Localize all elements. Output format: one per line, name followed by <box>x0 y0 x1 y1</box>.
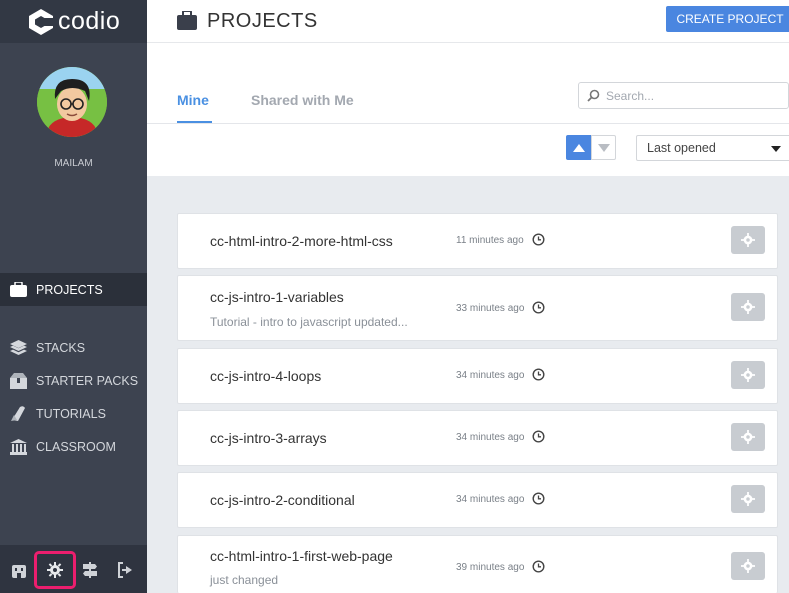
project-name[interactable]: cc-js-intro-4-loops <box>210 368 321 384</box>
logout-button[interactable] <box>110 555 140 585</box>
gear-icon <box>741 430 755 444</box>
gear-icon <box>741 492 755 506</box>
sidebar: codio MAILAM PROJECTS STACKS STARTER PAC… <box>0 0 147 593</box>
project-card[interactable]: cc-js-intro-1-variables Tutorial - intro… <box>177 275 778 341</box>
project-time: 34 minutes ago <box>456 432 525 443</box>
layers-icon <box>8 338 28 358</box>
clock-icon <box>532 492 545 505</box>
triangle-up-icon <box>572 143 585 152</box>
project-time: 34 minutes ago <box>456 370 525 381</box>
nav-item-stacks[interactable]: STACKS <box>0 331 147 364</box>
create-project-button[interactable]: CREATE PROJECT <box>666 6 789 32</box>
project-settings-button[interactable] <box>731 485 765 513</box>
project-settings-button[interactable] <box>731 361 765 389</box>
nav-label: STACKS <box>36 340 86 355</box>
sort-descending-button[interactable] <box>591 135 616 160</box>
search-input[interactable] <box>606 88 786 103</box>
project-name[interactable]: cc-html-intro-1-first-web-page <box>210 548 393 564</box>
project-card[interactable]: cc-html-intro-1-first-web-page just chan… <box>177 535 778 593</box>
nav-item-classroom[interactable]: CLASSROOM <box>0 430 147 463</box>
dashboard-icon <box>12 564 26 578</box>
tab-shared-with-me[interactable]: Shared with Me <box>251 92 354 108</box>
project-settings-button[interactable] <box>731 552 765 580</box>
signpost-icon <box>83 562 97 578</box>
project-card[interactable]: cc-js-intro-4-loops 34 minutes ago <box>177 348 778 404</box>
briefcase-icon <box>177 11 197 30</box>
project-settings-button[interactable] <box>731 423 765 451</box>
sidebar-bottom-bar <box>0 545 147 593</box>
project-settings-button[interactable] <box>731 293 765 321</box>
brand-logo[interactable]: codio <box>0 0 147 43</box>
brand-name: codio <box>58 7 121 35</box>
project-name[interactable]: cc-html-intro-2-more-html-css <box>210 233 393 249</box>
project-time: 34 minutes ago <box>456 494 525 505</box>
project-card[interactable]: cc-js-intro-2-conditional 34 minutes ago <box>177 472 778 528</box>
gear-icon <box>741 559 755 573</box>
tab-mine[interactable]: Mine <box>177 92 209 108</box>
project-card[interactable]: cc-js-intro-3-arrays 34 minutes ago <box>177 410 778 466</box>
gear-icon <box>741 300 755 314</box>
project-name[interactable]: cc-js-intro-2-conditional <box>210 492 355 508</box>
codio-logo-icon <box>29 8 54 35</box>
project-settings-button[interactable] <box>731 226 765 254</box>
nav-item-starter-packs[interactable]: STARTER PACKS <box>0 364 147 397</box>
clock-icon <box>532 368 545 381</box>
clock-icon <box>532 430 545 443</box>
caret-down-icon <box>771 146 781 152</box>
search-box[interactable] <box>578 82 789 109</box>
triangle-down-icon <box>597 143 610 152</box>
dashboard-button[interactable] <box>4 555 34 585</box>
nav-item-projects[interactable]: PROJECTS <box>0 273 147 306</box>
settings-button[interactable] <box>34 551 76 589</box>
project-name[interactable]: cc-js-intro-1-variables <box>210 289 344 305</box>
nav-label: CLASSROOM <box>36 439 116 454</box>
clock-icon <box>532 560 545 573</box>
project-time: 39 minutes ago <box>456 562 525 573</box>
clock-icon <box>532 233 545 246</box>
top-header: PROJECTS CREATE PROJECT <box>147 0 789 43</box>
project-description: Tutorial - intro to javascript updated..… <box>210 315 408 329</box>
building-icon <box>8 437 28 457</box>
project-description: just changed <box>210 573 279 587</box>
divider <box>147 123 789 124</box>
nav-item-tutorials[interactable]: TUTORIALS <box>0 397 147 430</box>
search-icon <box>587 89 600 102</box>
project-card[interactable]: cc-html-intro-2-more-html-css 11 minutes… <box>177 213 778 269</box>
sort-selected-value: Last opened <box>647 141 716 155</box>
gear-icon <box>741 368 755 382</box>
project-name[interactable]: cc-js-intro-3-arrays <box>210 430 327 446</box>
signpost-button[interactable] <box>75 555 105 585</box>
sort-ascending-button[interactable] <box>566 135 591 160</box>
projects-toolbar: Mine Shared with Me Last opened <box>147 43 789 176</box>
username: MAILAM <box>54 158 93 169</box>
avatar-image <box>37 67 107 137</box>
gear-icon <box>741 233 755 247</box>
gear-icon <box>47 562 63 578</box>
nav-label: TUTORIALS <box>36 406 106 421</box>
page-title: PROJECTS <box>207 10 318 32</box>
sort-select[interactable]: Last opened <box>636 135 789 161</box>
clock-icon <box>532 301 545 314</box>
logout-icon <box>118 562 132 578</box>
nav-label: STARTER PACKS <box>36 373 139 388</box>
project-time: 33 minutes ago <box>456 303 525 314</box>
book-icon <box>8 404 28 424</box>
avatar[interactable] <box>37 67 107 137</box>
box-icon <box>8 371 28 391</box>
briefcase-icon <box>8 280 28 300</box>
nav-label: PROJECTS <box>36 282 103 297</box>
project-time: 11 minutes ago <box>456 235 524 246</box>
